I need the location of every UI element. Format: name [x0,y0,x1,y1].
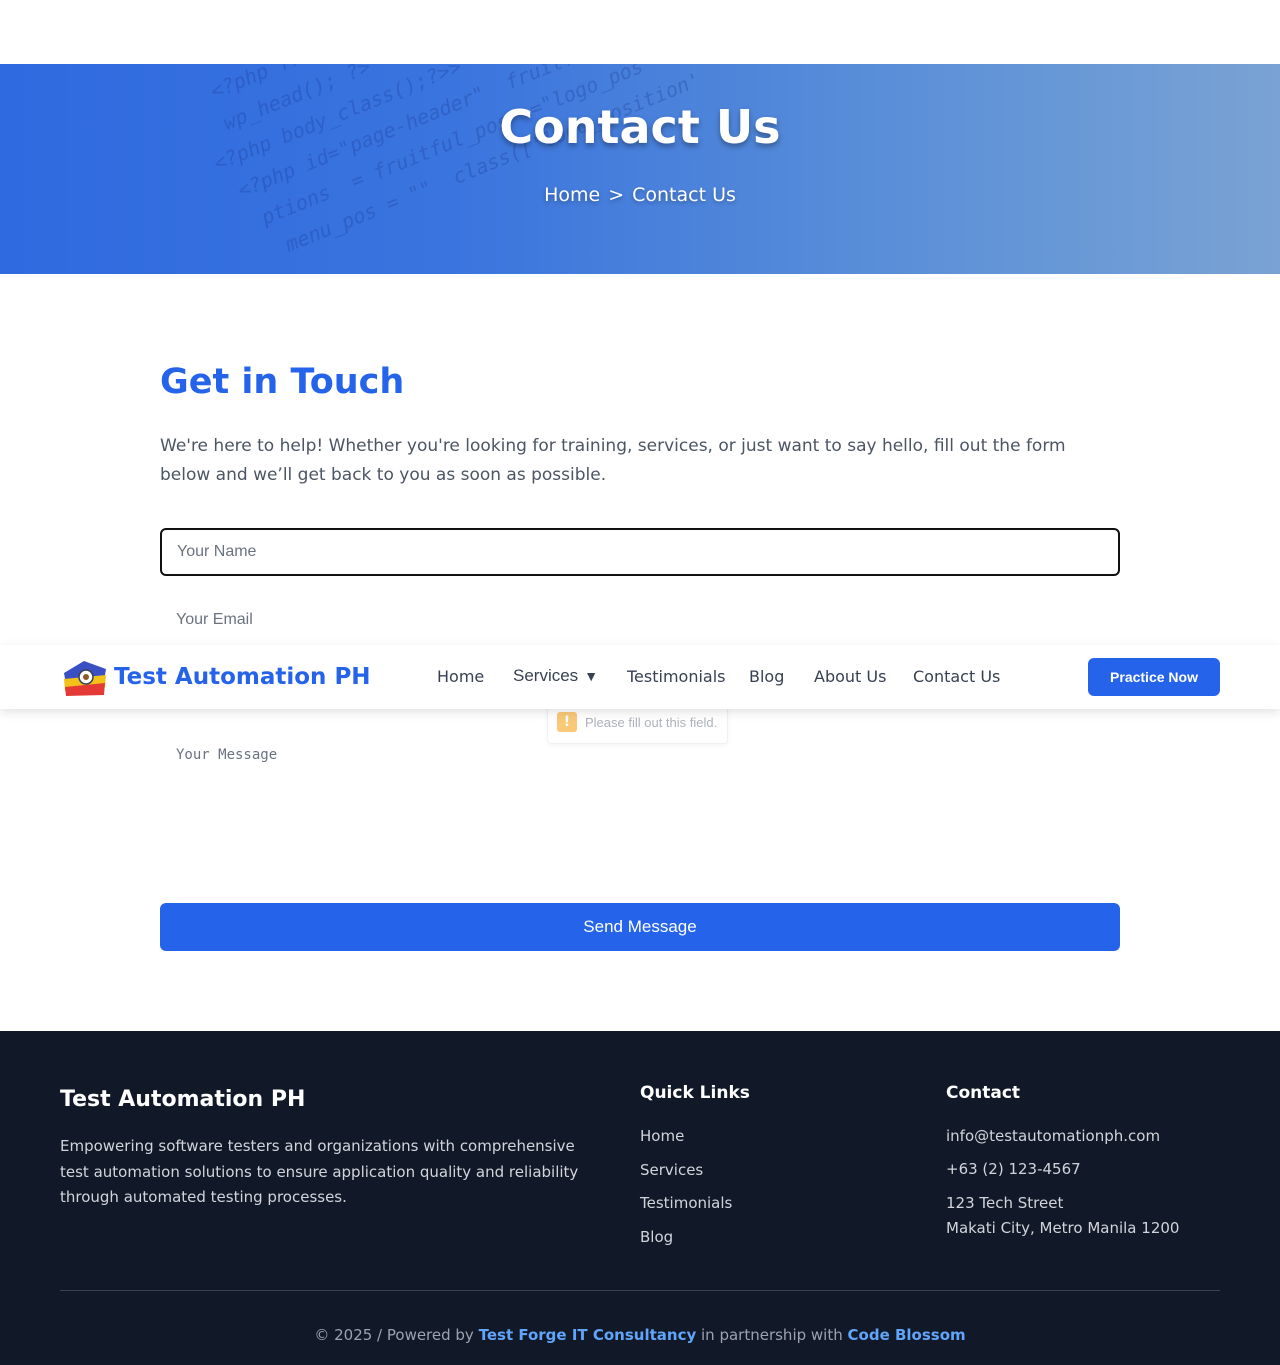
nav-services-label: Services [513,666,579,685]
footer-brand: Test Automation PH [60,1087,306,1112]
site-footer: Test Automation PH Empowering software t… [0,1031,1280,1365]
nav-services[interactable]: Services ▼ [513,666,598,686]
powered-by-link[interactable]: Test Forge IT Consultancy [479,1326,697,1344]
footer-email[interactable]: info@testautomationph.com [946,1127,1160,1145]
footer-divider [60,1290,1220,1291]
footer-link-blog[interactable]: Blog [640,1228,732,1262]
brand-name[interactable]: Test Automation PH [114,664,371,690]
quick-links-heading: Quick Links [640,1083,750,1103]
breadcrumb-current: Contact Us [632,184,736,206]
breadcrumb-separator: > [608,184,625,206]
footer-phone[interactable]: +63 (2) 123-4567 [946,1160,1081,1178]
footer-link-testimonials[interactable]: Testimonials [640,1194,732,1228]
validation-message: Please fill out this field. [585,715,718,730]
section-heading: Get in Touch [160,362,405,402]
name-input[interactable] [160,528,1120,576]
nav-testimonials[interactable]: Testimonials [627,667,726,686]
nav-contact-us[interactable]: Contact Us [913,667,1000,686]
chevron-down-icon: ▼ [584,668,599,684]
partner-link[interactable]: Code Blossom [848,1326,966,1344]
email-input[interactable] [160,596,1120,644]
hero-background-code: rel="pingback" fruitful_get_favi <?php f… [205,64,704,257]
footer-description: Empowering software testers and organiza… [60,1137,579,1206]
send-message-button[interactable]: Send Message [160,903,1120,951]
footer-address-line1: 123 Tech Street [946,1194,1064,1212]
message-textarea[interactable] [160,736,1120,876]
page-title: Contact Us [499,100,781,154]
copyright-prefix: © 2025 / Powered by [314,1326,474,1344]
breadcrumb: Home > Contact Us [0,184,1280,206]
intro-text: We're here to help! Whether you're looki… [160,436,1066,485]
nav-about-us[interactable]: About Us [814,667,886,686]
footer-address-line2: Makati City, Metro Manila 1200 [946,1219,1180,1237]
warning-icon: ! [557,712,577,732]
partnership-text: in partnership with [701,1326,843,1344]
contact-heading: Contact [946,1083,1021,1103]
nav-blog[interactable]: Blog [749,667,784,686]
page-hero: rel="pingback" fruitful_get_favi <?php f… [0,64,1280,274]
main-navbar: Test Automation PH Home Services ▼ Testim… [0,645,1280,709]
practice-now-button[interactable]: Practice Now [1088,658,1220,696]
nav-home[interactable]: Home [437,667,484,686]
footer-copyright: © 2025 / Powered by Test Forge IT Consul… [0,1326,1280,1344]
quick-links-list: Home Services Testimonials Blog [640,1127,732,1261]
footer-link-services[interactable]: Services [640,1161,732,1195]
footer-link-home[interactable]: Home [640,1127,732,1161]
breadcrumb-home-link[interactable]: Home [544,184,600,206]
logo-icon[interactable] [62,655,108,697]
